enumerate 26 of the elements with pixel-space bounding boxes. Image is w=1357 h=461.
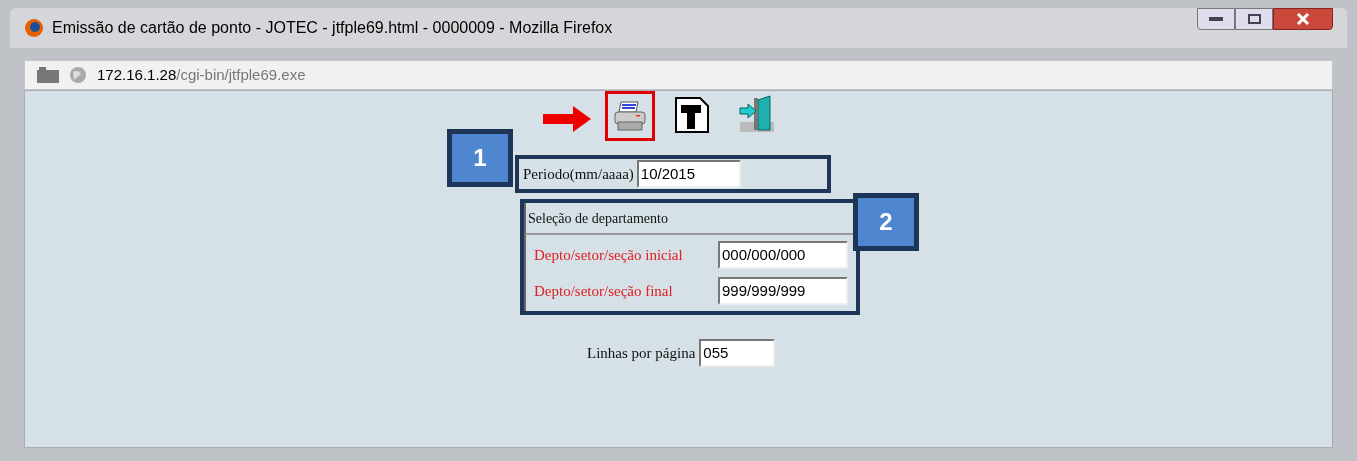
- text-field[interactable]: 055: [699, 339, 776, 367]
- field-label: Depto/setor/seção inicial: [534, 245, 683, 265]
- close-icon: [1296, 13, 1310, 25]
- minimize-button[interactable]: [1197, 8, 1235, 30]
- arrow-icon: [543, 106, 591, 132]
- exit-door-icon: [736, 94, 776, 134]
- callout-badge: 1: [447, 129, 513, 187]
- globe-icon: [69, 66, 87, 84]
- field-label: Depto/setor/seção final: [534, 281, 673, 301]
- text-field[interactable]: 10/2015: [636, 160, 741, 188]
- window-title: Emissão de cartão de ponto - JOTEC - jtfple69.html - 0000009 - Mozilla Firefox: [52, 18, 614, 38]
- browser-logo-icon: [24, 18, 44, 38]
- address-bar[interactable]: 172.16.1.28/cgi-bin/jtfple69.exe: [24, 60, 1333, 90]
- field-label: Periodo(mm/aaaa): [523, 164, 634, 184]
- folder-icon: [37, 67, 59, 83]
- text-field[interactable]: 000/000/000: [718, 241, 848, 269]
- url-text: 172.16.1.28/cgi-bin/jtfple69.exe: [97, 64, 306, 85]
- close-button[interactable]: [1273, 8, 1333, 30]
- printer-icon: [612, 98, 648, 134]
- toolbar-button[interactable]: [605, 91, 655, 141]
- maximize-button[interactable]: [1235, 8, 1273, 30]
- panel-title: Seleção de departamento: [528, 211, 668, 226]
- text-document-icon: [674, 96, 710, 134]
- callout-badge: 2: [853, 193, 919, 251]
- field-label: Linhas por página: [587, 343, 696, 363]
- text-field[interactable]: 999/999/999: [718, 277, 848, 305]
